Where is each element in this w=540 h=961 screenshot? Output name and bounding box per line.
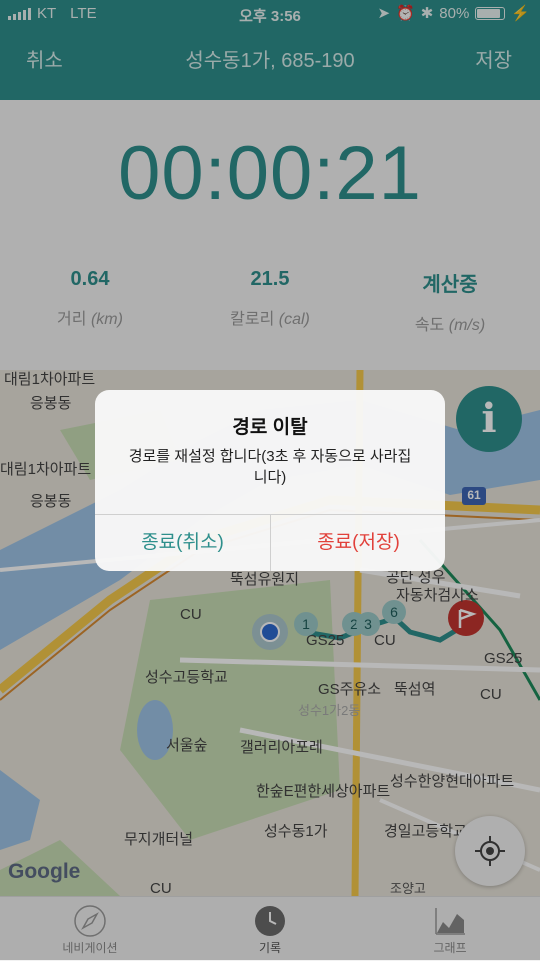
screen: KT LTE 오후 3:56 ➤ ⏰ ✱ 80% ⚡ 취소 성수동1가, 685… [0,0,540,961]
alert-title: 경로 이탈 [232,417,308,438]
end-save-button[interactable]: 종료(저장) [271,515,445,571]
alert-message: 경로를 재설정 합니다(3초 후 자동으로 사라집니다) [128,448,412,486]
end-cancel-button[interactable]: 종료(취소) [95,515,270,571]
route-deviation-alert: 경로 이탈 경로를 재설정 합니다(3초 후 자동으로 사라집니다) 종료(취소… [95,390,445,571]
